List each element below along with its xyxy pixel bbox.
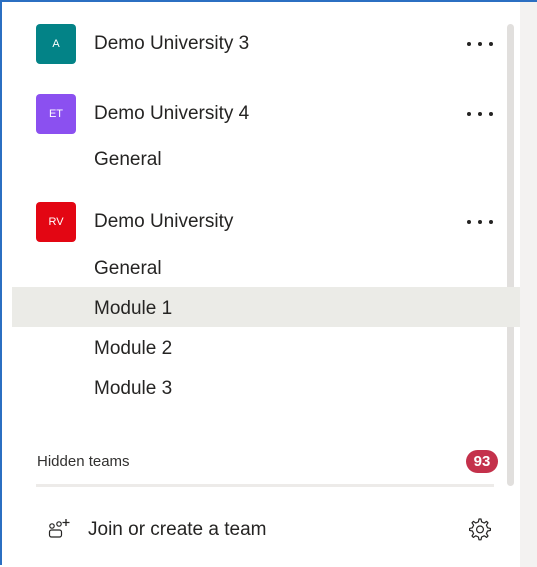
team-name: Demo University (94, 211, 234, 232)
gear-icon[interactable] (466, 516, 492, 542)
channel-item-module-1[interactable]: Module 1 (12, 287, 520, 327)
divider (36, 484, 494, 487)
team-avatar: ET (36, 94, 76, 134)
scrollbar[interactable] (507, 24, 514, 486)
join-team-icon (48, 519, 70, 538)
channel-item-module-3[interactable]: Module 3 (94, 378, 172, 400)
more-options-icon[interactable] (467, 110, 493, 118)
team-name: Demo University 3 (94, 33, 250, 54)
more-options-icon[interactable] (467, 40, 493, 48)
channel-item-general[interactable]: General (94, 258, 162, 280)
team-item-demo-university-4[interactable]: ET Demo University 4 (2, 90, 507, 134)
teams-panel: A Demo University 3 ET Demo University 4… (0, 0, 537, 567)
team-name: Demo University 4 (94, 103, 250, 124)
channel-label: Module 1 (94, 298, 173, 319)
team-avatar: A (36, 24, 76, 64)
channel-item-module-2[interactable]: Module 2 (94, 338, 172, 360)
join-create-team-link[interactable]: Join or create a team (88, 519, 266, 541)
team-item-demo-university-3[interactable]: A Demo University 3 (2, 20, 507, 64)
team-item-demo-university[interactable]: RV Demo University (2, 198, 507, 242)
hidden-teams-toggle[interactable]: Hidden teams (37, 453, 130, 470)
more-options-icon[interactable] (467, 218, 493, 226)
content-pane (520, 2, 537, 567)
hidden-teams-count-badge: 93 (466, 450, 498, 473)
channel-item-general[interactable]: General (94, 149, 162, 171)
team-avatar: RV (36, 202, 76, 242)
